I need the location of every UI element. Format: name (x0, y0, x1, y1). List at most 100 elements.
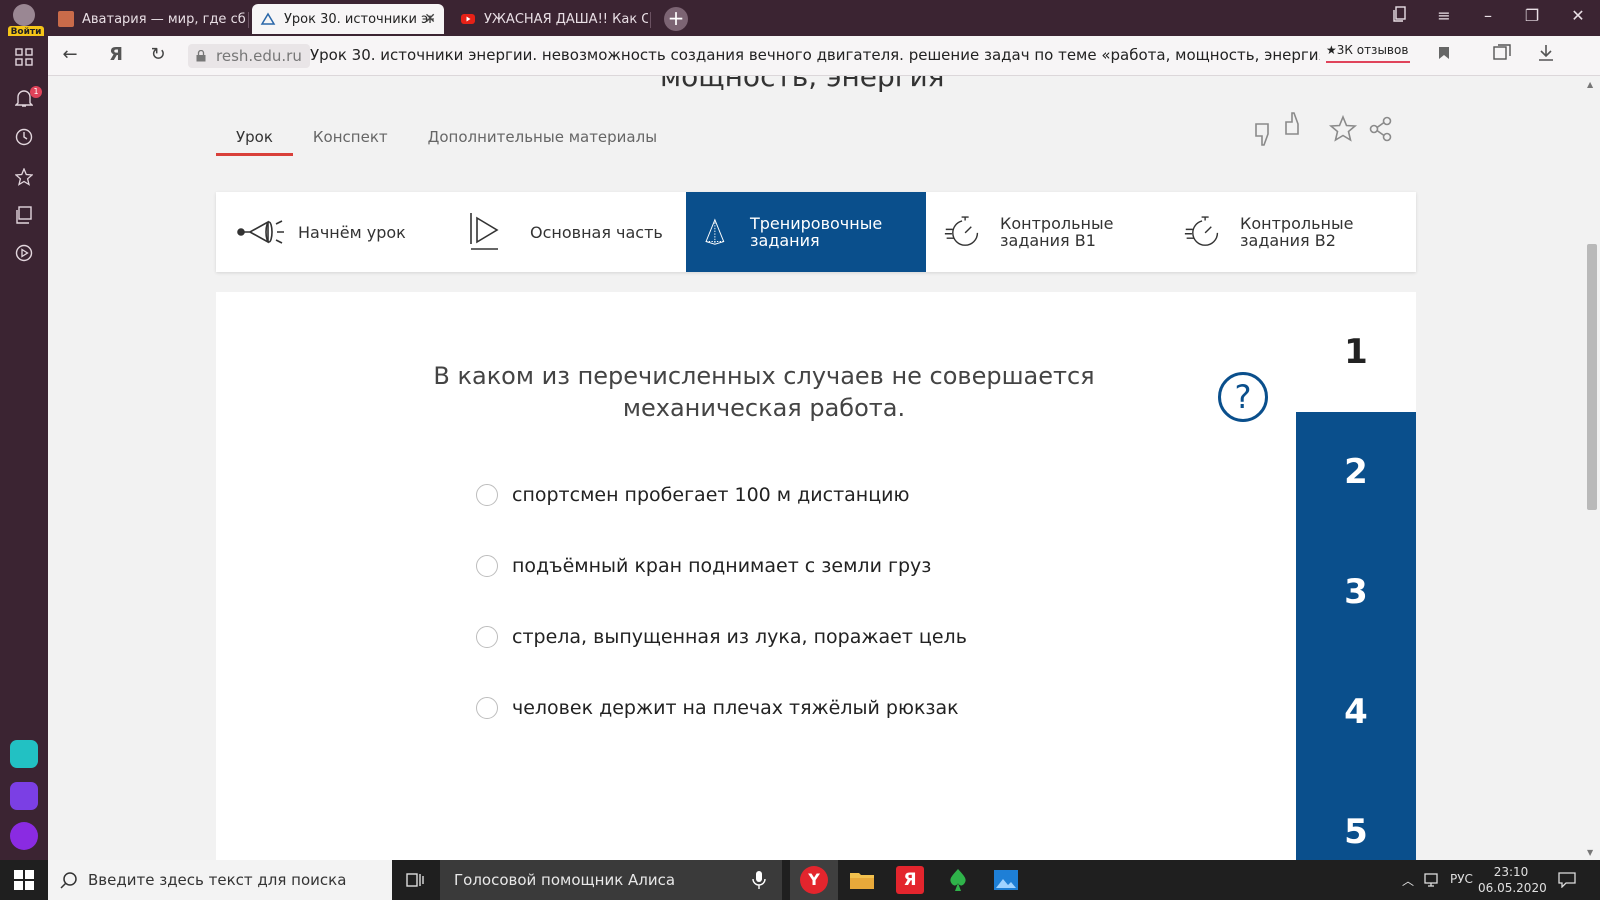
favicon-icon (260, 11, 276, 27)
back-icon[interactable]: ← (58, 44, 82, 65)
step-control-b2[interactable]: Контрольные задания В2 (1166, 192, 1416, 272)
photos-icon[interactable] (992, 866, 1020, 894)
help-button[interactable]: ? (1218, 372, 1268, 422)
yandex-app-icon[interactable]: Я (896, 866, 924, 894)
question-navigator: 1 2 3 4 5 (1296, 292, 1416, 860)
step-label: Основная часть (530, 222, 663, 242)
show-hidden-icons[interactable]: ︿ (1402, 872, 1414, 889)
reviews-link[interactable]: ★3К отзывов (1326, 43, 1408, 57)
question-text: В каком из перечисленных случаев не сове… (433, 362, 1095, 422)
history-clock-icon[interactable] (12, 128, 36, 152)
profile-button[interactable]: Войти (6, 4, 44, 39)
alice-app-icon[interactable] (10, 822, 38, 850)
radio-button[interactable] (476, 484, 498, 506)
new-tab-button[interactable]: + (664, 7, 688, 31)
tab-extra-materials[interactable]: Дополнительные материалы (408, 128, 677, 156)
scrollbar-thumb[interactable] (1587, 244, 1597, 510)
question-number[interactable]: 5 (1296, 772, 1416, 860)
answer-option[interactable]: человек держит на плечах тяжёлый рюкзак (476, 695, 959, 721)
video-play-icon[interactable] (12, 244, 36, 268)
alice-voice-assistant[interactable]: Голосовой помощник Алиса (440, 860, 782, 900)
stopwatch-icon (1184, 216, 1219, 246)
collections-icon[interactable] (1490, 44, 1514, 65)
pyramid-icon (705, 218, 725, 245)
system-clock[interactable]: 23:10 06.05.2020 (1478, 864, 1547, 896)
dislike-icon[interactable] (1252, 118, 1282, 148)
bookmarks-panel-icon[interactable] (1388, 6, 1412, 26)
clock-time: 23:10 (1493, 865, 1529, 879)
quiz-card: В каком из перечисленных случаев не сове… (216, 292, 1416, 860)
page-content: мощность, энергия Урок Конспект Дополнит… (48, 76, 1584, 860)
like-icon[interactable] (1282, 110, 1312, 140)
tab-youtube[interactable]: УЖАСНАЯ ДАША!! Как Со (452, 4, 648, 34)
close-window-icon[interactable]: ✕ (1566, 6, 1590, 25)
yandex-browser-icon[interactable]: Y (800, 866, 828, 894)
answer-text: спортсмен пробегает 100 м дистанцию (512, 484, 910, 506)
yandex-icon[interactable]: Я (104, 44, 128, 65)
scroll-down-icon[interactable]: ▼ (1587, 848, 1593, 857)
address-bar: ← Я ↻ resh.edu.ru Урок 30. источники эне… (48, 36, 1600, 76)
step-training-tasks[interactable]: Тренировочные задания (686, 192, 926, 272)
tab-lesson[interactable]: Урок (216, 128, 293, 156)
reviews-underline (1326, 61, 1410, 63)
tab-summary[interactable]: Конспект (293, 128, 408, 156)
step-label: Контрольные задания В2 (1240, 214, 1354, 250)
taskbar-search-box[interactable]: Введите здесь текст для поиска (48, 860, 392, 900)
menu-icon[interactable]: ≡ (1432, 6, 1456, 25)
reload-icon[interactable]: ↻ (146, 44, 170, 65)
answer-text: подъёмный кран поднимает с земли груз (512, 555, 932, 577)
step-start-lesson[interactable]: Начнём урок (216, 192, 456, 272)
megaphone-icon (237, 220, 284, 244)
tab-title: Аватария — мир, где сбы (82, 11, 246, 27)
question-number-current[interactable]: 1 (1296, 292, 1416, 412)
close-tab-icon[interactable]: ✕ (424, 11, 436, 27)
action-center-icon[interactable] (1558, 872, 1576, 888)
restore-icon[interactable]: ❐ (1520, 6, 1544, 25)
music-app-icon[interactable] (10, 782, 38, 810)
messenger-app-icon[interactable] (10, 740, 38, 768)
task-view-icon[interactable] (406, 871, 426, 889)
lock-icon (196, 50, 206, 62)
lesson-steps-bar: Начнём урок Основная часть Тренировочные… (216, 192, 1416, 272)
question-number[interactable]: 3 (1296, 532, 1416, 652)
search-icon (60, 872, 77, 889)
zen-feed-icon[interactable] (12, 206, 36, 230)
network-icon[interactable] (1424, 872, 1442, 888)
radio-button[interactable] (476, 697, 498, 719)
microphone-icon[interactable] (752, 870, 766, 890)
tab-avataria[interactable]: Аватария — мир, где сбы (50, 4, 246, 34)
language-indicator[interactable]: РУС (1450, 872, 1473, 886)
answer-option[interactable]: подъёмный кран поднимает с земли груз (476, 553, 931, 579)
tab-lesson[interactable]: Урок 30. источники эне ✕ (252, 4, 444, 34)
radio-button[interactable] (476, 626, 498, 648)
scroll-up-icon[interactable]: ▲ (1587, 80, 1593, 89)
clock-date: 06.05.2020 (1478, 881, 1547, 895)
favorites-star-icon[interactable] (12, 167, 36, 192)
star-icon[interactable] (1328, 114, 1358, 144)
answer-text: стрела, выпущенная из лука, поражает цел… (512, 626, 967, 648)
answer-text: человек держит на плечах тяжёлый рюкзак (512, 697, 959, 719)
assistant-label: Голосовой помощник Алиса (454, 871, 676, 889)
question-number[interactable]: 4 (1296, 652, 1416, 772)
answer-option[interactable]: стрела, выпущенная из лука, поражает цел… (476, 624, 967, 650)
step-main-part[interactable]: Основная часть (456, 192, 686, 272)
answer-option[interactable]: спортсмен пробегает 100 м дистанцию (476, 482, 910, 508)
download-icon[interactable] (1534, 44, 1558, 67)
bookmark-icon[interactable] (1432, 44, 1456, 65)
lesson-heading: мощность, энергия (660, 76, 945, 93)
tab-divider (650, 12, 651, 28)
file-explorer-icon[interactable] (848, 866, 876, 894)
apps-grid-icon[interactable] (12, 48, 36, 72)
play-video-icon (470, 213, 499, 250)
page-title-in-address[interactable]: Урок 30. источники энергии. невозможност… (310, 46, 1320, 64)
radio-button[interactable] (476, 555, 498, 577)
solitaire-icon[interactable] (944, 866, 972, 894)
windows-start-icon[interactable] (14, 870, 34, 890)
share-icon[interactable] (1366, 114, 1396, 144)
step-control-b1[interactable]: Контрольные задания В1 (926, 192, 1166, 272)
question-number[interactable]: 2 (1296, 412, 1416, 532)
avatar (13, 4, 35, 26)
browser-sidebar: 1 (0, 36, 48, 860)
minimize-icon[interactable]: – (1476, 6, 1500, 25)
domain-pill[interactable]: resh.edu.ru (188, 44, 310, 68)
